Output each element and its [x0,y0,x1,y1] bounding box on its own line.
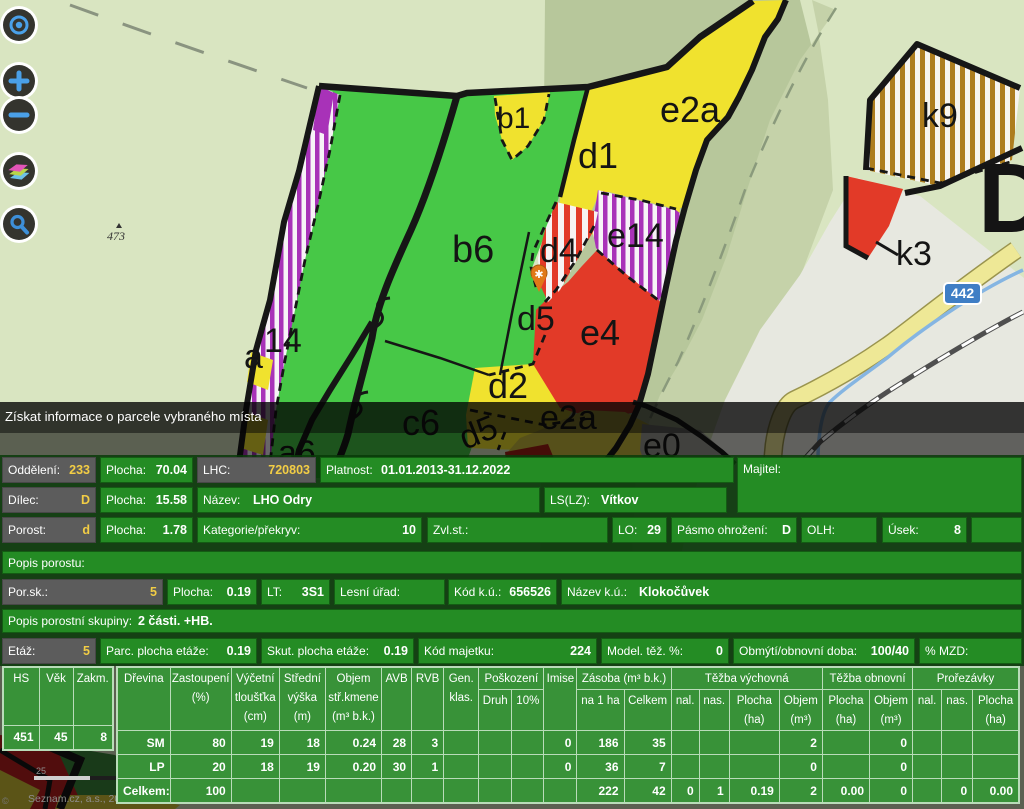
svg-text:442: 442 [951,285,975,301]
svg-text:b1: b1 [497,102,530,135]
svg-text:473: 473 [107,229,125,243]
svg-text:e2a: e2a [660,89,721,130]
svg-text:k9: k9 [922,97,958,135]
svg-text:D: D [978,143,1024,253]
svg-text:d5: d5 [517,300,555,338]
svg-text:b6: b6 [452,229,494,271]
svg-text:a: a [244,338,263,376]
svg-text:✱: ✱ [534,269,543,281]
svg-text:14: 14 [264,322,302,360]
svg-text:e14: e14 [607,217,664,255]
svg-text:d4: d4 [540,232,578,270]
svg-text:e4: e4 [580,312,620,353]
svg-text:k3: k3 [896,235,932,273]
svg-text:d1: d1 [578,135,618,176]
svg-text:d2: d2 [488,365,528,406]
